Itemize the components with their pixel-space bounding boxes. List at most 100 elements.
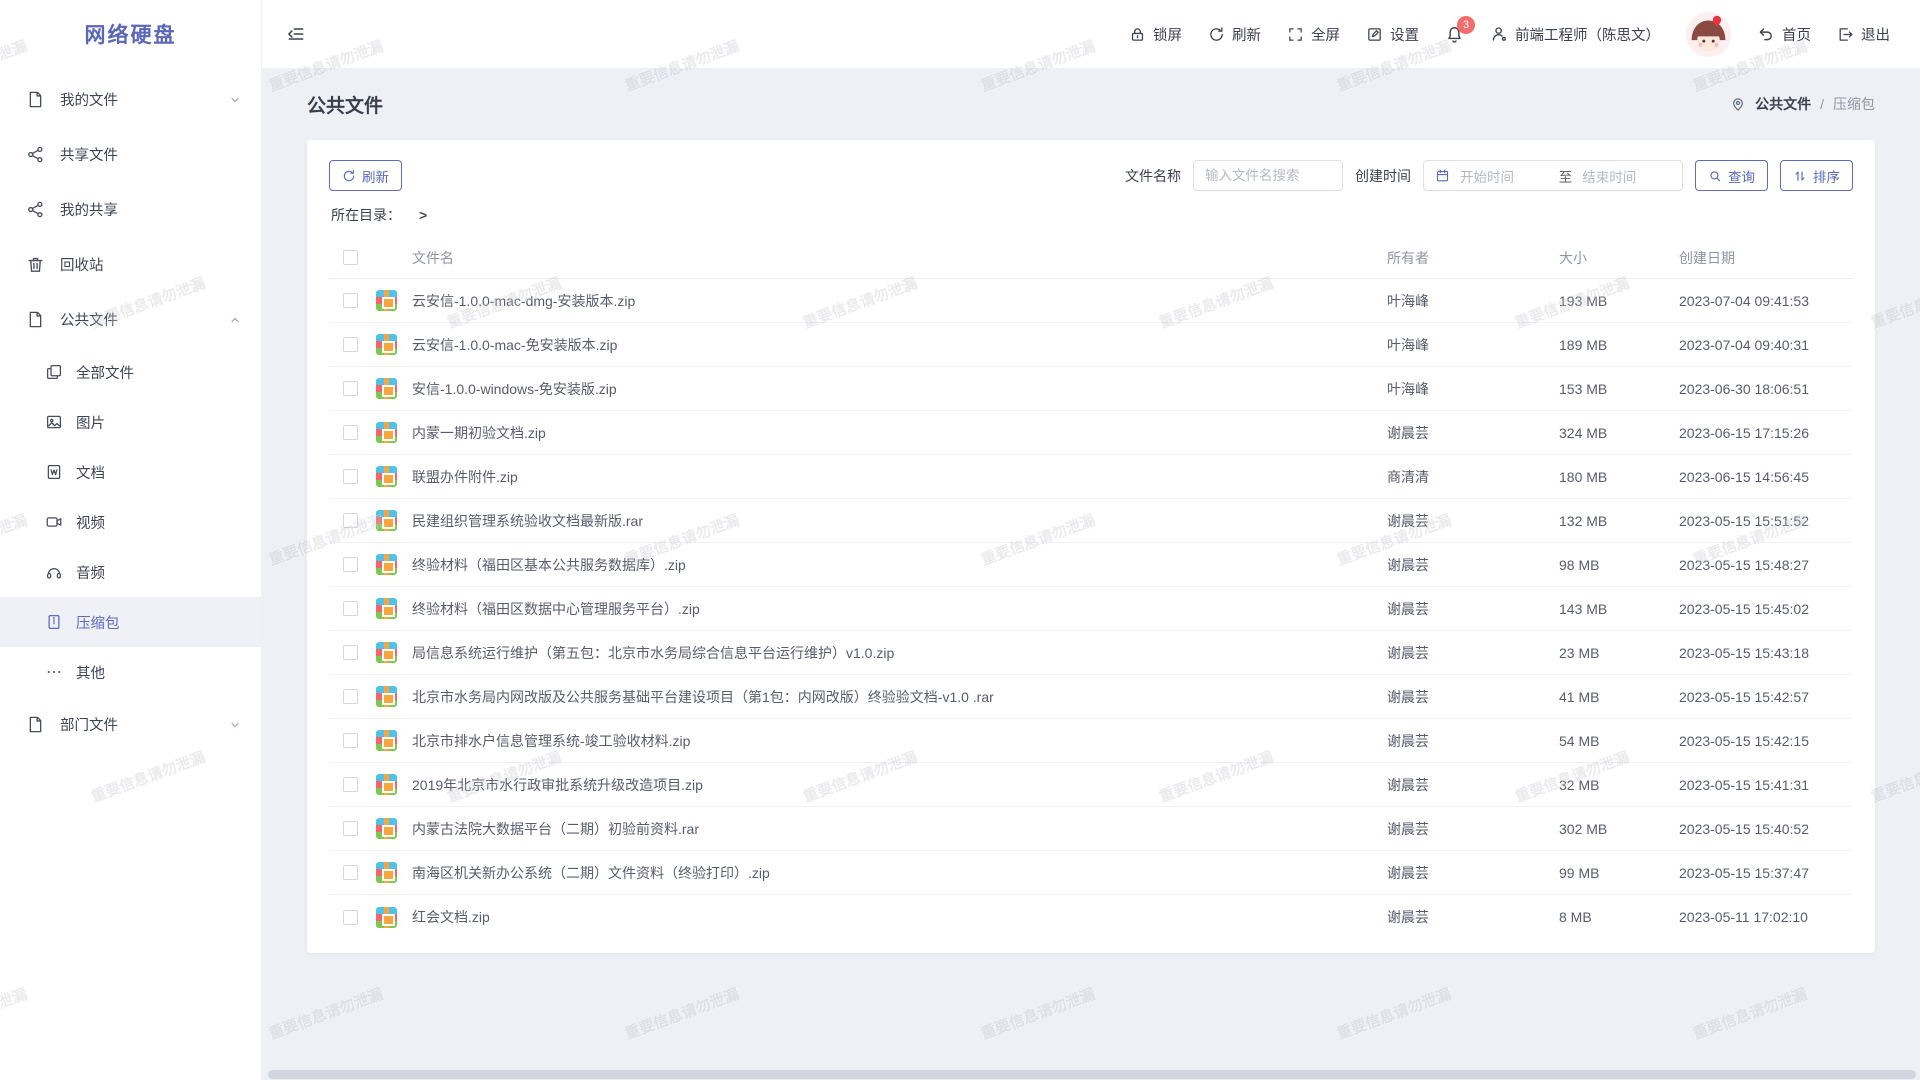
row-checkbox[interactable] <box>343 425 358 440</box>
row-checkbox[interactable] <box>343 337 358 352</box>
topbar-actions: 锁屏 刷新 全屏 设置 3 <box>1129 12 1890 57</box>
table-row[interactable]: 终验材料（福田区基本公共服务数据库）.zip 谢晨芸 98 MB 2023-05… <box>329 543 1853 587</box>
logout-icon <box>1837 26 1854 43</box>
table-row[interactable]: 南海区机关新办公系统（二期）文件资料（终验打印）.zip 谢晨芸 99 MB 2… <box>329 851 1853 895</box>
file-owner-cell: 谢晨芸 <box>1387 775 1559 795</box>
select-all-checkbox[interactable] <box>343 250 358 265</box>
row-checkbox[interactable] <box>343 733 358 748</box>
table-row[interactable]: 云安信-1.0.0-mac-dmg-安装版本.zip 叶海峰 193 MB 20… <box>329 279 1853 323</box>
file-name-cell[interactable]: 安信-1.0.0-windows-免安装版.zip <box>412 379 1387 399</box>
file-owner-cell: 谢晨芸 <box>1387 599 1559 619</box>
table-row[interactable]: 联盟办件附件.zip 商清清 180 MB 2023-06-15 14:56:4… <box>329 455 1853 499</box>
row-checkbox[interactable] <box>343 293 358 308</box>
sidebar-subitem-images[interactable]: 图片 <box>0 397 261 447</box>
settings-button[interactable]: 设置 <box>1366 24 1419 45</box>
sidebar-item-label: 文档 <box>76 462 105 483</box>
lock-screen-button[interactable]: 锁屏 <box>1129 24 1182 45</box>
directory-separator[interactable]: > <box>419 207 427 223</box>
row-checkbox[interactable] <box>343 777 358 792</box>
file-name-cell[interactable]: 北京市排水户信息管理系统-竣工验收材料.zip <box>412 731 1387 751</box>
table-row[interactable]: 北京市排水户信息管理系统-竣工验收材料.zip 谢晨芸 54 MB 2023-0… <box>329 719 1853 763</box>
column-header-owner: 所有者 <box>1387 248 1559 268</box>
file-name-cell[interactable]: 2019年北京市水行政审批系统升级改造项目.zip <box>412 775 1387 795</box>
row-checkbox[interactable] <box>343 689 358 704</box>
sidebar-item-shared-files[interactable]: 共享文件 <box>0 127 261 182</box>
file-owner-cell: 谢晨芸 <box>1387 511 1559 531</box>
file-name-cell[interactable]: 南海区机关新办公系统（二期）文件资料（终验打印）.zip <box>412 863 1387 883</box>
table-row[interactable]: 终验材料（福田区数据中心管理服务平台）.zip 谢晨芸 143 MB 2023-… <box>329 587 1853 631</box>
table-row[interactable]: 2019年北京市水行政审批系统升级改造项目.zip 谢晨芸 32 MB 2023… <box>329 763 1853 807</box>
date-range-picker[interactable]: 开始时间 至 结束时间 <box>1423 160 1683 191</box>
breadcrumb-root[interactable]: 公共文件 <box>1755 94 1811 114</box>
search-icon <box>1708 169 1722 183</box>
table-row[interactable]: 民建组织管理系统验收文档最新版.rar 谢晨芸 132 MB 2023-05-1… <box>329 499 1853 543</box>
doc-icon <box>45 463 63 481</box>
table-row[interactable]: 红会文档.zip 谢晨芸 8 MB 2023-05-11 17:02:10 <box>329 895 1853 939</box>
sidebar-subitem-audio[interactable]: 音频 <box>0 547 261 597</box>
table-row[interactable]: 局信息系统运行维护（第五包：北京市水务局综合信息平台运行维护）v1.0.zip … <box>329 631 1853 675</box>
file-owner-cell: 谢晨芸 <box>1387 819 1559 839</box>
file-name-cell[interactable]: 终验材料（福田区数据中心管理服务平台）.zip <box>412 599 1387 619</box>
sidebar-subitem-videos[interactable]: 视频 <box>0 497 261 547</box>
sidebar-subitem-all-files[interactable]: 全部文件 <box>0 347 261 397</box>
file-name-cell[interactable]: 联盟办件附件.zip <box>412 467 1387 487</box>
file-size-cell: 99 MB <box>1559 865 1679 881</box>
file-size-cell: 32 MB <box>1559 777 1679 793</box>
sidebar-item-my-shares[interactable]: 我的共享 <box>0 182 261 237</box>
row-checkbox[interactable] <box>343 821 358 836</box>
breadcrumb-current: 压缩包 <box>1833 94 1875 114</box>
horizontal-scrollbar[interactable] <box>268 1070 1916 1079</box>
collapse-sidebar-icon[interactable] <box>286 24 306 44</box>
table-row[interactable]: 内蒙一期初验文档.zip 谢晨芸 324 MB 2023-06-15 17:15… <box>329 411 1853 455</box>
file-name-cell[interactable]: 民建组织管理系统验收文档最新版.rar <box>412 511 1387 531</box>
notifications-button[interactable]: 3 <box>1445 25 1464 44</box>
file-name-cell[interactable]: 终验材料（福田区基本公共服务数据库）.zip <box>412 555 1387 575</box>
start-time-placeholder[interactable]: 开始时间 <box>1460 166 1549 186</box>
logout-button[interactable]: 退出 <box>1837 24 1890 45</box>
sort-button[interactable]: 排序 <box>1780 160 1853 191</box>
row-checkbox[interactable] <box>343 910 358 925</box>
row-checkbox[interactable] <box>343 381 358 396</box>
sidebar-item-department-files[interactable]: 部门文件 <box>0 697 261 752</box>
file-name-cell[interactable]: 局信息系统运行维护（第五包：北京市水务局综合信息平台运行维护）v1.0.zip <box>412 643 1387 663</box>
sidebar-item-recycle-bin[interactable]: 回收站 <box>0 237 261 292</box>
row-checkbox[interactable] <box>343 645 358 660</box>
row-checkbox[interactable] <box>343 865 358 880</box>
avatar[interactable] <box>1686 12 1731 57</box>
row-checkbox[interactable] <box>343 557 358 572</box>
file-name-cell[interactable]: 内蒙古法院大数据平台（二期）初验前资料.rar <box>412 819 1387 839</box>
file-name-cell[interactable]: 云安信-1.0.0-mac-dmg-安装版本.zip <box>412 291 1387 311</box>
file-name-cell[interactable]: 红会文档.zip <box>412 907 1387 927</box>
row-checkbox[interactable] <box>343 513 358 528</box>
table-row[interactable]: 内蒙古法院大数据平台（二期）初验前资料.rar 谢晨芸 302 MB 2023-… <box>329 807 1853 851</box>
sidebar-subitem-archives[interactable]: 压缩包 <box>0 597 261 647</box>
file-name-cell[interactable]: 北京市水务局内网改版及公共服务基础平台建设项目（第1包：内网改版）终验验文档-v… <box>412 687 1387 707</box>
zip-file-icon <box>376 774 397 795</box>
home-button[interactable]: 首页 <box>1757 24 1811 45</box>
refresh-list-button[interactable]: 刷新 <box>329 160 402 191</box>
zip-file-icon <box>376 818 397 839</box>
sidebar-item-public-files[interactable]: 公共文件 <box>0 292 261 347</box>
table-row[interactable]: 云安信-1.0.0-mac-免安装版本.zip 叶海峰 189 MB 2023-… <box>329 323 1853 367</box>
zip-file-icon <box>376 510 397 531</box>
file-name-search-input[interactable] <box>1193 160 1343 191</box>
user-menu[interactable]: 前端工程师（陈思文） <box>1490 24 1660 45</box>
sidebar-item-my-files[interactable]: 我的文件 <box>0 72 261 127</box>
file-date-cell: 2023-06-15 17:15:26 <box>1679 425 1851 441</box>
refresh-page-button[interactable]: 刷新 <box>1208 24 1261 45</box>
fullscreen-button[interactable]: 全屏 <box>1287 24 1340 45</box>
table-row[interactable]: 北京市水务局内网改版及公共服务基础平台建设项目（第1包：内网改版）终验验文档-v… <box>329 675 1853 719</box>
query-button[interactable]: 查询 <box>1695 160 1768 191</box>
file-size-cell: 324 MB <box>1559 425 1679 441</box>
file-name-cell[interactable]: 内蒙一期初验文档.zip <box>412 423 1387 443</box>
row-checkbox[interactable] <box>343 469 358 484</box>
file-owner-cell: 谢晨芸 <box>1387 555 1559 575</box>
row-checkbox[interactable] <box>343 601 358 616</box>
file-name-cell[interactable]: 云安信-1.0.0-mac-免安装版本.zip <box>412 335 1387 355</box>
sidebar-item-label: 视频 <box>76 512 105 533</box>
table-row[interactable]: 安信-1.0.0-windows-免安装版.zip 叶海峰 153 MB 202… <box>329 367 1853 411</box>
sidebar-subitem-others[interactable]: 其他 <box>0 647 261 697</box>
sidebar-subitem-documents[interactable]: 文档 <box>0 447 261 497</box>
end-time-placeholder[interactable]: 结束时间 <box>1582 166 1671 186</box>
file-size-cell: 54 MB <box>1559 733 1679 749</box>
